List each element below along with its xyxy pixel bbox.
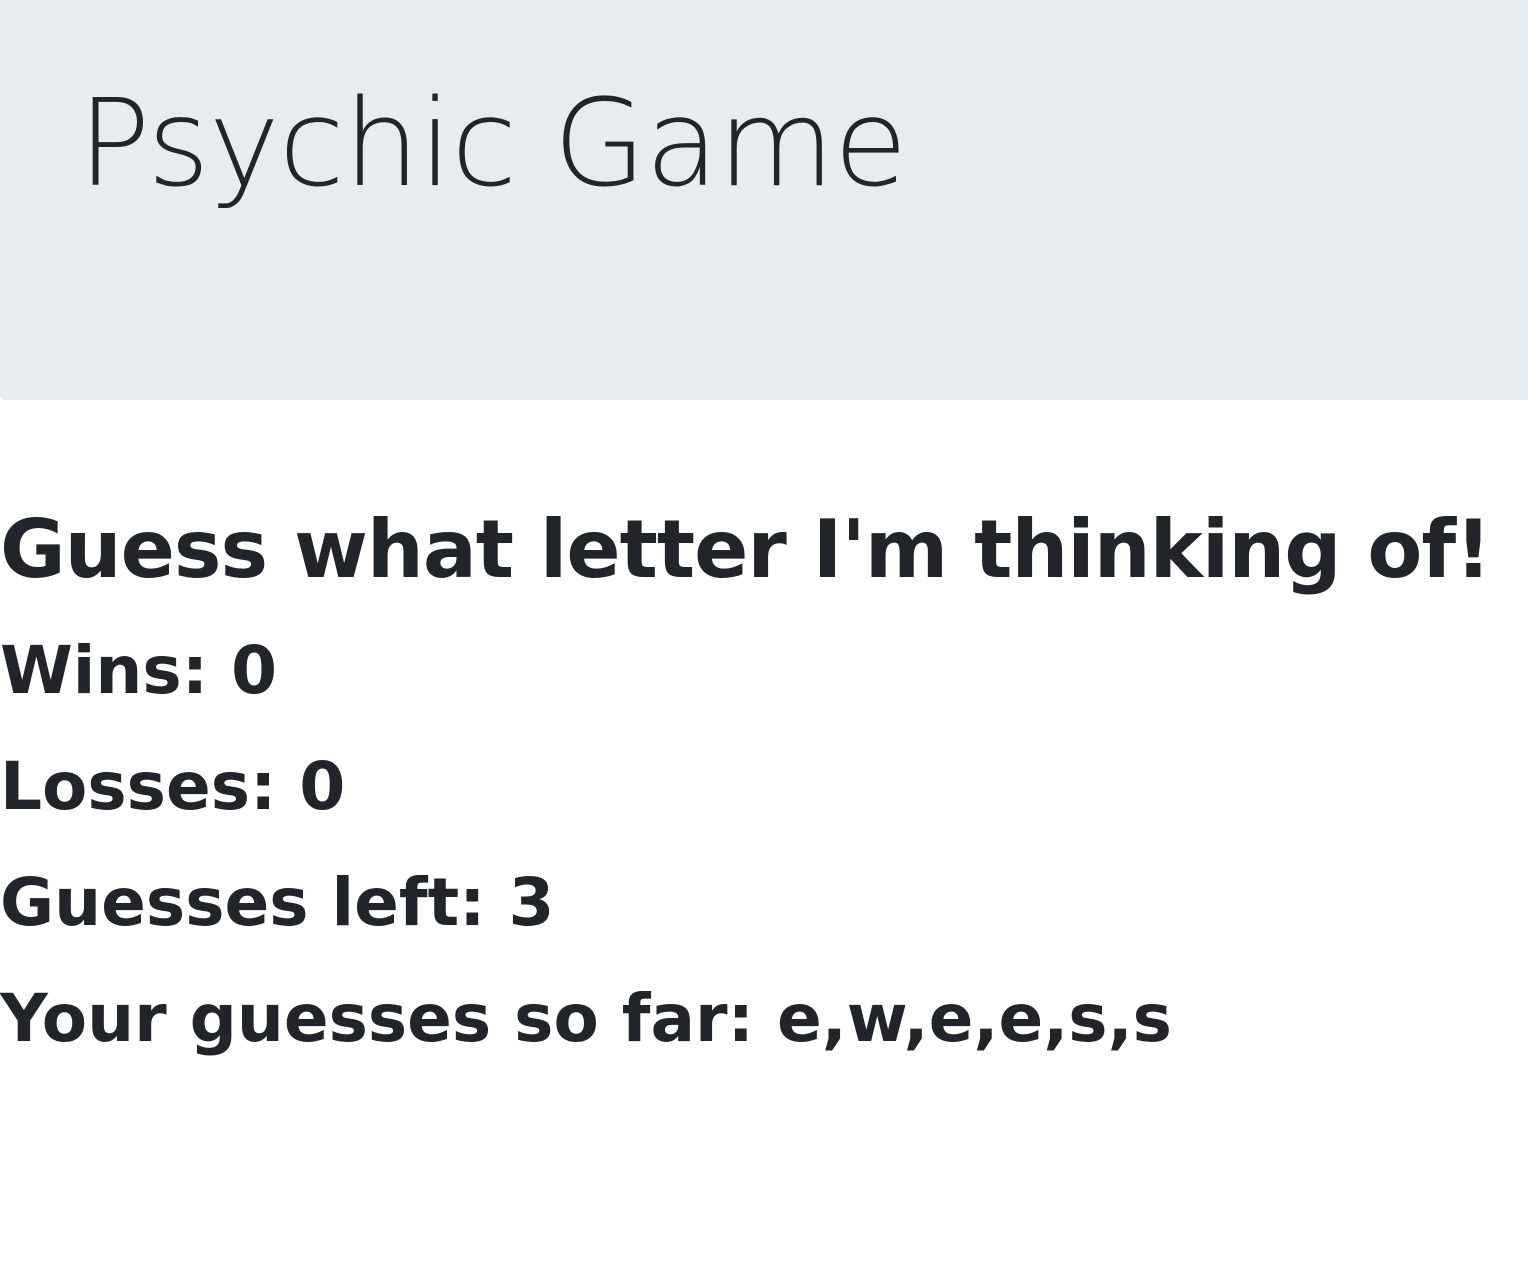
losses-counter: Losses: 0 — [0, 748, 346, 825]
wins-counter: Wins: 0 — [0, 632, 277, 709]
guesses-so-far: Your guesses so far: e,w,e,e,s,s — [0, 980, 1172, 1057]
header-jumbotron: Psychic Game — [0, 0, 1528, 400]
game-prompt: Guess what letter I'm thinking of! — [0, 503, 1492, 596]
page-title: Psychic Game — [78, 75, 908, 214]
guesses-left-counter: Guesses left: 3 — [0, 864, 555, 941]
game-content: Guess what letter I'm thinking of! Wins:… — [0, 495, 1528, 1077]
